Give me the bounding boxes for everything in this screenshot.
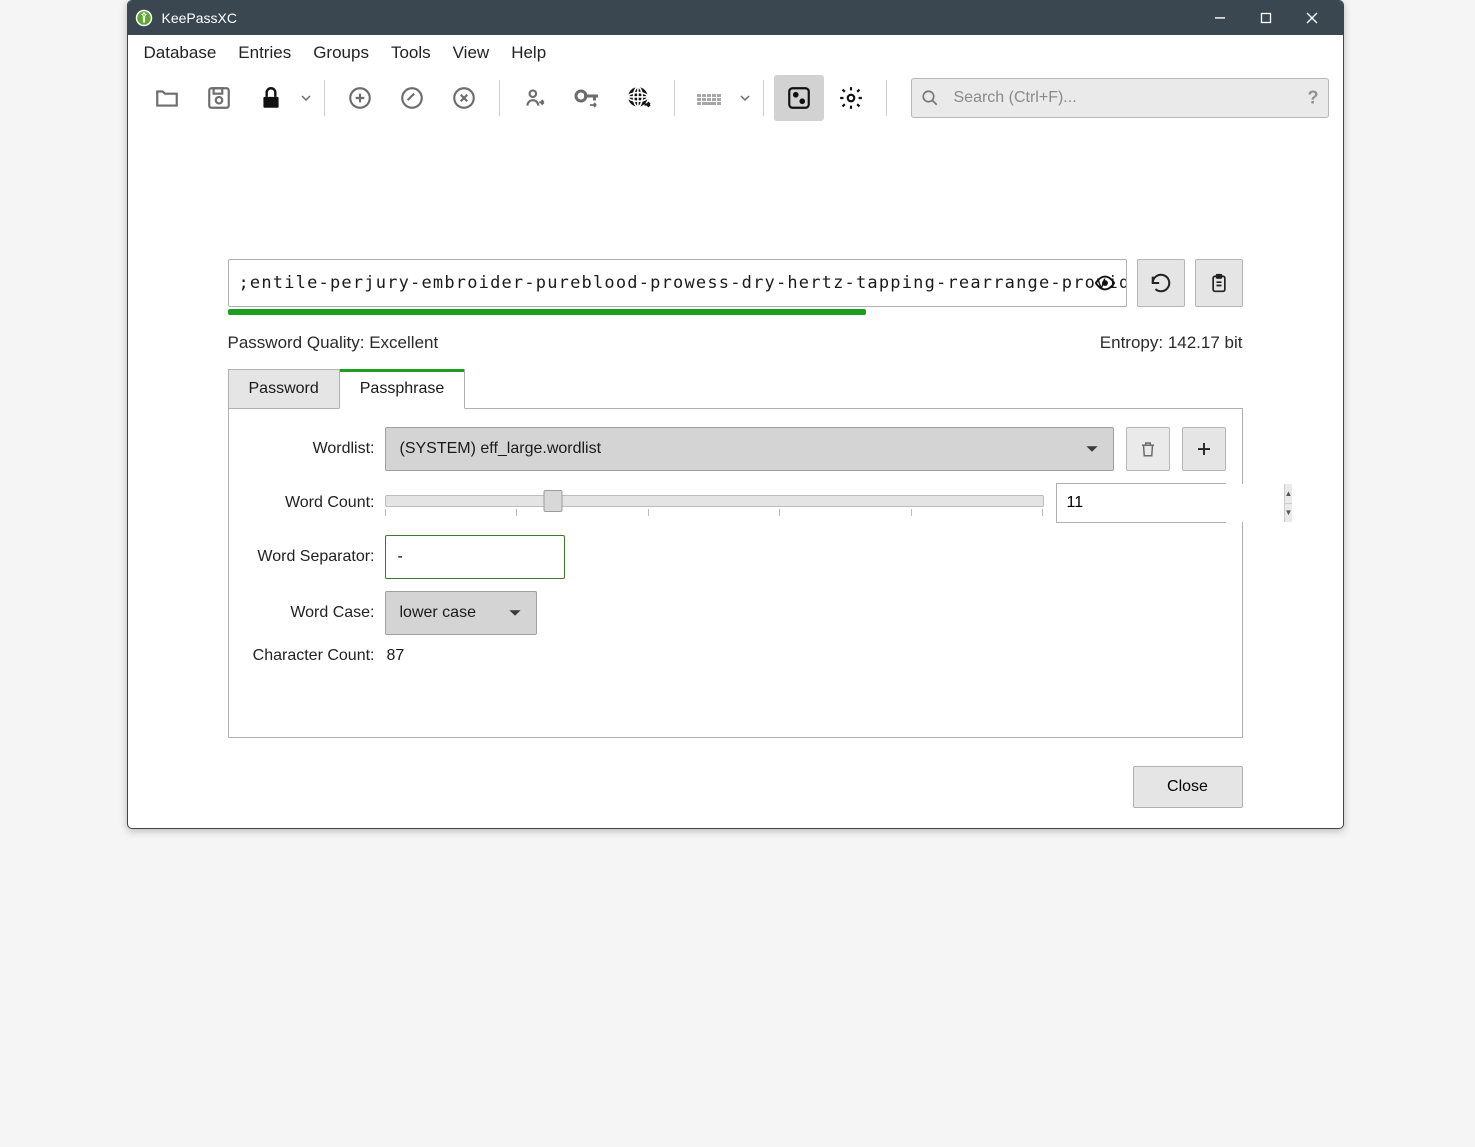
- separator-label: Word Separator:: [245, 548, 385, 566]
- entropy-label: Entropy: 142.17 bit: [1100, 333, 1243, 353]
- minimize-button[interactable]: [1197, 4, 1243, 32]
- menu-view[interactable]: View: [453, 43, 490, 63]
- separator: [499, 80, 500, 116]
- strength-bar: [228, 309, 1127, 315]
- menu-help[interactable]: Help: [511, 43, 546, 63]
- separator: [674, 80, 675, 116]
- separator: [763, 80, 764, 116]
- strength-fill: [228, 309, 866, 315]
- chevron-down-icon: [508, 606, 522, 620]
- toolbar: ?: [128, 71, 1343, 127]
- new-entry-button[interactable]: [335, 75, 385, 121]
- wordcount-slider[interactable]: [385, 491, 1044, 516]
- wordcount-input[interactable]: [1057, 484, 1284, 522]
- menubar: Database Entries Groups Tools View Help: [128, 35, 1343, 71]
- delete-wordlist-button[interactable]: [1126, 427, 1170, 471]
- password-text: ;entile-perjury-embroider-pureblood-prow…: [239, 273, 1127, 293]
- generator-panel: ;entile-perjury-embroider-pureblood-prow…: [128, 127, 1343, 828]
- tab-password[interactable]: Password: [228, 369, 340, 409]
- app-icon: [134, 8, 154, 28]
- menu-groups[interactable]: Groups: [313, 43, 369, 63]
- charcount-value: 87: [385, 647, 405, 665]
- wordlist-label: Wordlist:: [245, 440, 385, 458]
- tab-passphrase[interactable]: Passphrase: [339, 369, 466, 409]
- lock-db-button[interactable]: [246, 75, 296, 121]
- password-generator-button[interactable]: [774, 75, 824, 121]
- menu-entries[interactable]: Entries: [238, 43, 291, 63]
- settings-button[interactable]: [826, 75, 876, 121]
- wordcount-spinbox[interactable]: ▲ ▼: [1056, 483, 1226, 523]
- close-button[interactable]: Close: [1133, 766, 1243, 808]
- slider-thumb[interactable]: [544, 490, 563, 512]
- chevron-down-icon: [1085, 442, 1099, 456]
- save-db-button[interactable]: [194, 75, 244, 121]
- regenerate-button[interactable]: [1137, 259, 1185, 307]
- wordcase-label: Word Case:: [245, 604, 385, 622]
- search-icon: [921, 89, 939, 107]
- app-window: KeePassXC Database Entries Groups Tools …: [127, 0, 1344, 829]
- edit-entry-button[interactable]: [387, 75, 437, 121]
- spin-down[interactable]: ▼: [1285, 504, 1293, 523]
- copy-username-button[interactable]: [510, 75, 560, 121]
- quality-label: Password Quality: Excellent: [228, 333, 439, 353]
- wordcase-select[interactable]: lower case: [385, 591, 537, 635]
- copy-password-button[interactable]: [562, 75, 612, 121]
- copy-button[interactable]: [1195, 259, 1243, 307]
- separator: [886, 80, 887, 116]
- delete-entry-button[interactable]: [439, 75, 489, 121]
- maximize-button[interactable]: [1243, 4, 1289, 32]
- toggle-visibility-button[interactable]: [1094, 272, 1116, 294]
- wordcount-label: Word Count:: [245, 494, 385, 512]
- help-icon[interactable]: ?: [1308, 88, 1319, 109]
- lock-dropdown[interactable]: [298, 93, 314, 103]
- add-wordlist-button[interactable]: [1182, 427, 1226, 471]
- charcount-label: Character Count:: [245, 647, 385, 665]
- close-window-button[interactable]: [1289, 4, 1335, 32]
- autotype-button[interactable]: [685, 75, 735, 121]
- titlebar: KeePassXC: [128, 1, 1343, 35]
- wordlist-value: (SYSTEM) eff_large.wordlist: [400, 440, 602, 458]
- passphrase-panel: Wordlist: (SYSTEM) eff_large.wordlist: [228, 408, 1243, 738]
- autotype-dropdown[interactable]: [737, 93, 753, 103]
- window-title: KeePassXC: [162, 10, 1197, 26]
- copy-url-button[interactable]: [614, 75, 664, 121]
- separator: [324, 80, 325, 116]
- password-display[interactable]: ;entile-perjury-embroider-pureblood-prow…: [228, 259, 1127, 307]
- spin-up[interactable]: ▲: [1285, 484, 1293, 504]
- menu-tools[interactable]: Tools: [391, 43, 431, 63]
- wordcase-value: lower case: [400, 604, 476, 622]
- search-input[interactable]: [911, 78, 1329, 118]
- wordlist-select[interactable]: (SYSTEM) eff_large.wordlist: [385, 427, 1114, 471]
- separator-input[interactable]: [385, 535, 565, 579]
- open-db-button[interactable]: [142, 75, 192, 121]
- search-wrap: ?: [911, 78, 1329, 118]
- menu-database[interactable]: Database: [144, 43, 217, 63]
